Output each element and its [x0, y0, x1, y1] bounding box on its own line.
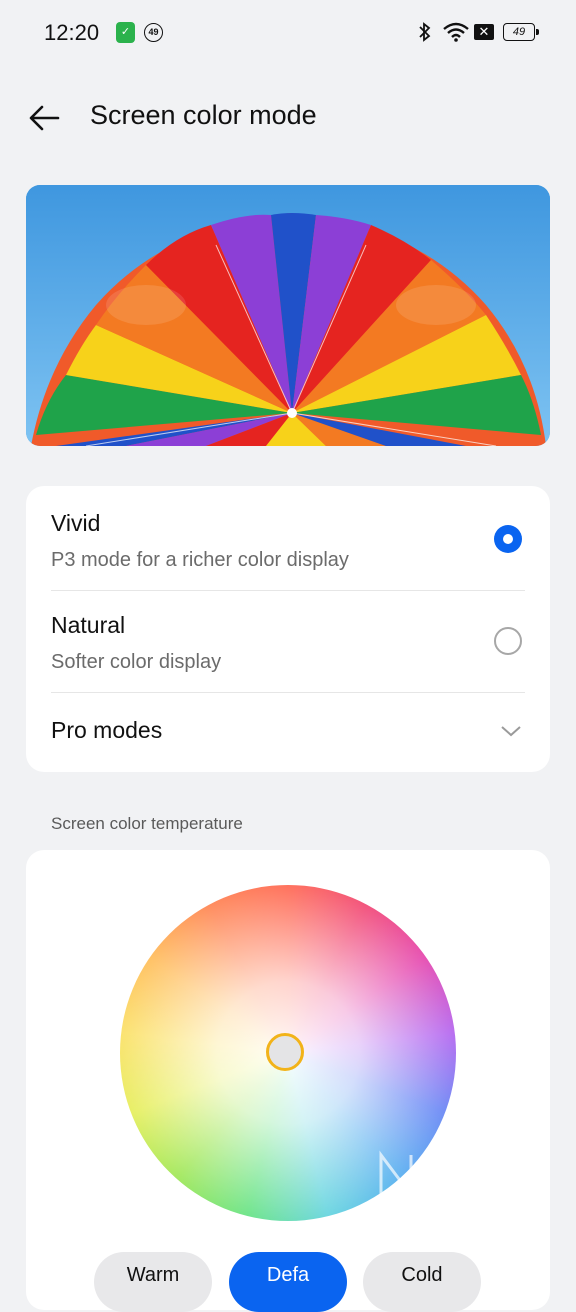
- status-time: 12:20: [44, 20, 100, 45]
- app-notification-icon: ✓: [116, 22, 135, 43]
- notification-count-badge: 49: [144, 23, 163, 42]
- chevron-down-icon: [501, 726, 521, 737]
- preset-default-button[interactable]: Defa: [229, 1252, 347, 1312]
- option-natural[interactable]: Natural Softer color display: [26, 591, 550, 692]
- battery-icon: 49: [503, 23, 539, 41]
- section-label-color-temperature: Screen color temperature: [51, 814, 243, 833]
- preset-cold-button[interactable]: Cold: [363, 1252, 481, 1312]
- status-bar: 12:20 ✓ 49 ✕ 49: [0, 0, 576, 66]
- wifi-icon: [443, 22, 469, 42]
- pro-modes-row[interactable]: Pro modes: [26, 693, 550, 772]
- pro-modes-label: Pro modes: [51, 717, 163, 743]
- no-sim-icon: ✕: [474, 24, 494, 40]
- vivid-radio-button[interactable]: [494, 525, 522, 553]
- option-natural-description: Softer color display: [51, 651, 222, 673]
- nypgks-watermark-logo: [379, 1150, 546, 1252]
- preview-image: [26, 185, 550, 446]
- option-vivid[interactable]: Vivid P3 mode for a richer color display: [26, 486, 550, 590]
- color-mode-card: Vivid P3 mode for a richer color display…: [26, 486, 550, 772]
- bluetooth-icon: [419, 22, 431, 42]
- option-natural-label: Natural: [51, 612, 126, 638]
- natural-radio-button[interactable]: [494, 627, 522, 655]
- back-arrow-icon[interactable]: [26, 100, 66, 136]
- preset-warm-button[interactable]: Warm: [94, 1252, 212, 1312]
- page-title: Screen color mode: [90, 100, 317, 130]
- option-vivid-label: Vivid: [51, 510, 101, 536]
- option-vivid-description: P3 mode for a richer color display: [51, 549, 349, 571]
- color-wheel-selector-handle[interactable]: [266, 1033, 304, 1071]
